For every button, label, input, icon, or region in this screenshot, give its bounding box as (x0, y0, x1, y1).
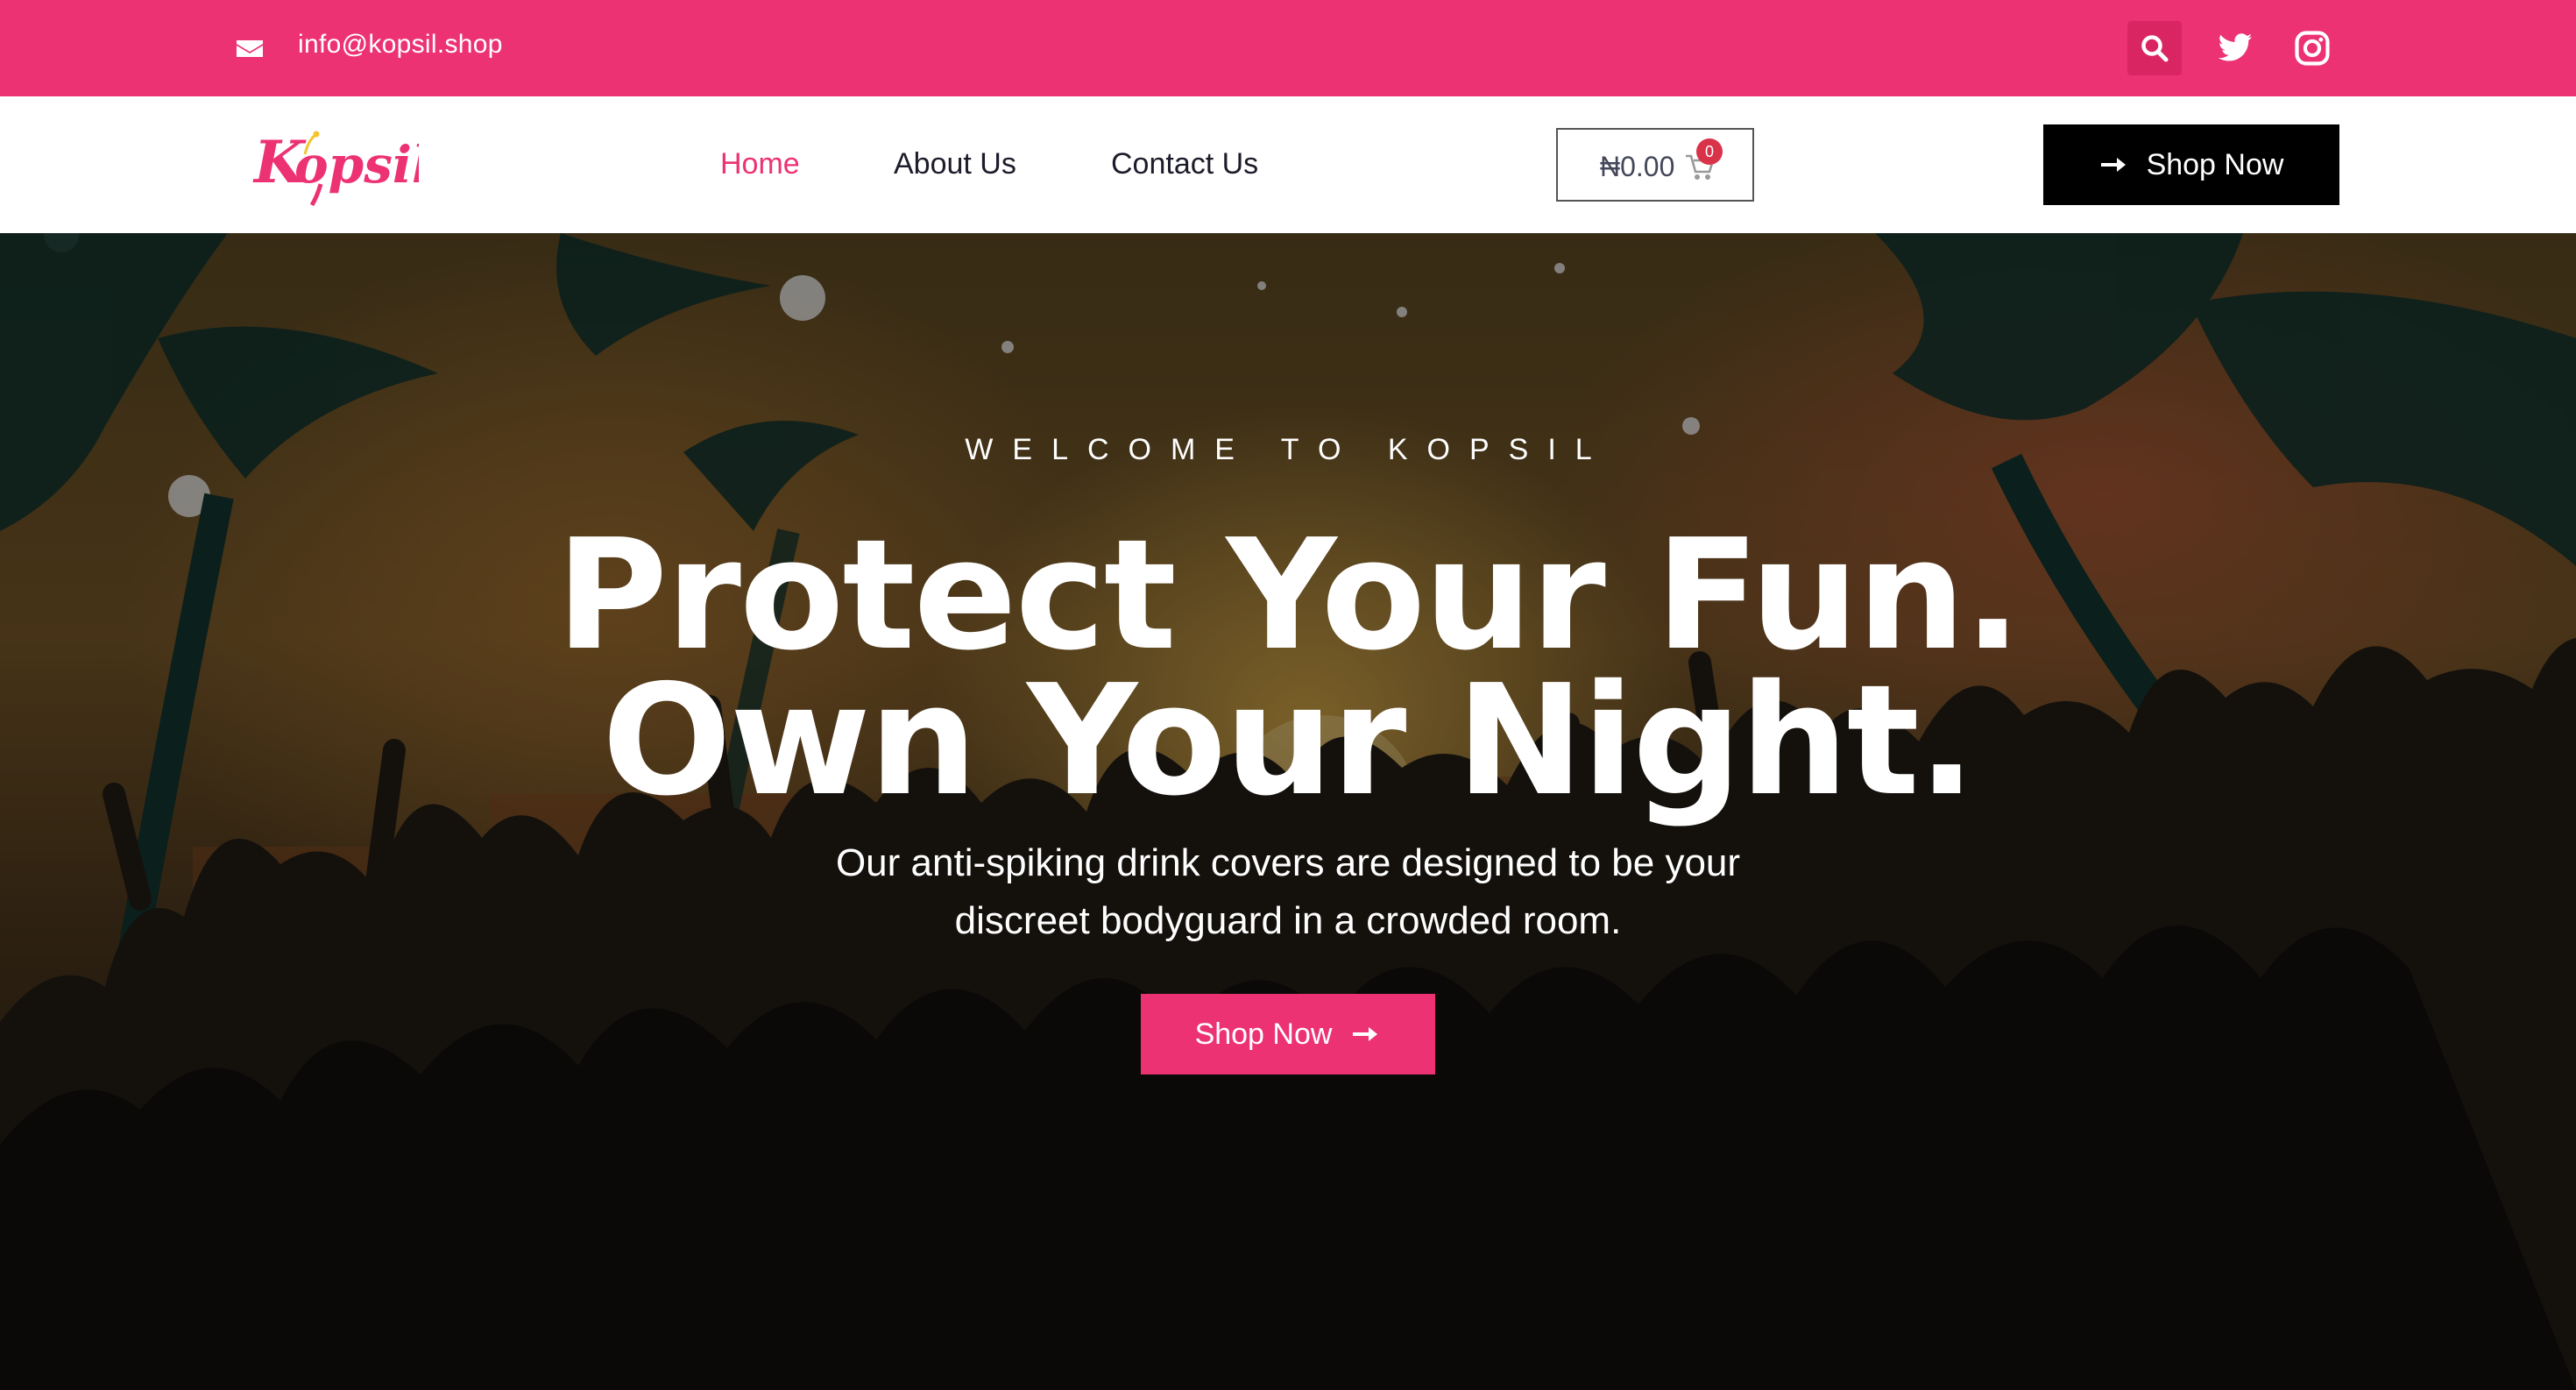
instagram-icon[interactable] (2294, 30, 2331, 67)
hero-section: WELCOME TO KOPSIL Protect Your Fun. Own … (0, 233, 2576, 1390)
header-shop-now-button[interactable]: Shop Now (2043, 124, 2339, 205)
kopsil-logo[interactable]: K opsil (252, 123, 419, 210)
nav-link-contact-us[interactable]: Contact Us (1111, 147, 1258, 181)
hero-eyebrow: WELCOME TO KOPSIL (965, 433, 1611, 466)
main-navbar: K opsil Home About Us Contact Us ₦0.00 0… (0, 96, 2576, 233)
hero-shop-now-button[interactable]: Shop Now (1141, 994, 1435, 1074)
envelope-icon (237, 40, 263, 57)
header-shop-now-label: Shop Now (2146, 147, 2284, 181)
cart-button[interactable]: ₦0.00 0 (1556, 128, 1754, 202)
nav-link-about-us[interactable]: About Us (894, 147, 1016, 181)
search-button[interactable] (2127, 21, 2182, 75)
contact-email-link[interactable]: info@kopsil.shop (298, 30, 503, 60)
top-bar: info@kopsil.shop (0, 0, 2576, 96)
arrow-right-icon (2100, 158, 2126, 172)
hero-subtitle-line-1: Our anti-spiking drink covers are design… (835, 841, 1741, 884)
arrow-right-icon (1353, 1027, 1378, 1041)
hero-headline-line-2: Own Your Night. (602, 652, 1976, 830)
hero-shop-now-label: Shop Now (1194, 1017, 1333, 1051)
hero-subtitle-line-2: discreet bodyguard in a crowded room. (954, 899, 1622, 942)
svg-text:opsil: opsil (294, 135, 419, 195)
cart-count-badge: 0 (1696, 138, 1723, 165)
search-icon (2141, 35, 2169, 62)
twitter-icon[interactable] (2217, 30, 2254, 67)
nav-link-home[interactable]: Home (720, 147, 800, 181)
cart-total: ₦0.00 (1600, 151, 1675, 182)
